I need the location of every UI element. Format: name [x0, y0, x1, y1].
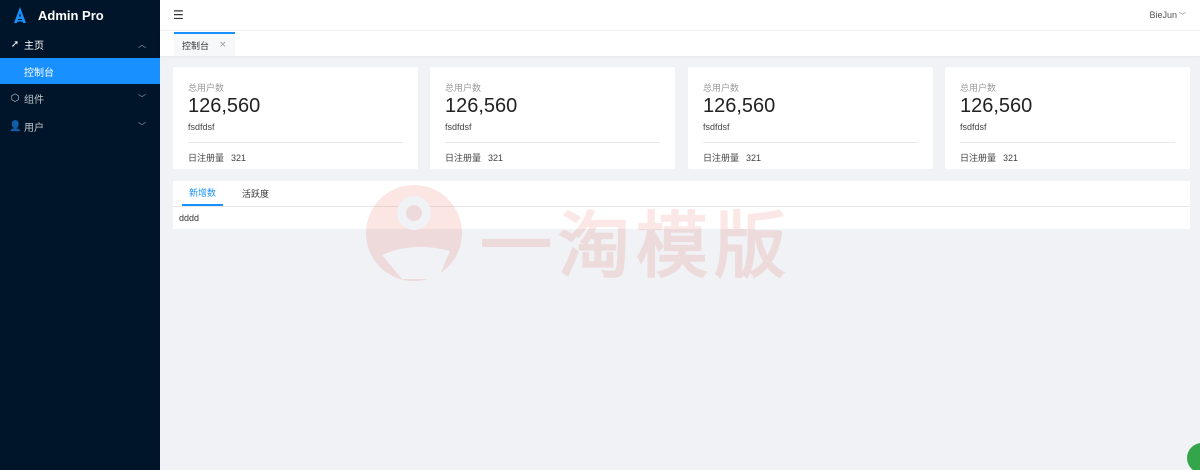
close-icon[interactable]: × — [219, 40, 227, 50]
footer-label: 日注册量 — [960, 154, 997, 164]
menu-fold-icon[interactable]: ☰ — [173, 8, 184, 22]
tab-new-count[interactable]: 新增数 — [182, 180, 224, 206]
chevron-up-icon: ︿ — [138, 39, 146, 49]
sidebar-item-home[interactable]: ➚ 主页 ︿ — [0, 30, 160, 58]
floating-action-icon[interactable] — [1187, 443, 1200, 470]
logo[interactable]: Admin Pro — [0, 0, 160, 30]
card-footer: 日注册量 321 — [703, 151, 761, 164]
user-menu[interactable]: BieJun ﹀ — [1149, 10, 1186, 21]
footer-value: 321 — [1003, 153, 1019, 163]
card-label: 总用户数 — [445, 84, 482, 94]
tab-dashboard[interactable]: 控制台 × — [174, 32, 235, 56]
footer-value: 321 — [231, 153, 247, 163]
tab-activity[interactable]: 活跃度 — [235, 180, 276, 206]
user-name: BieJun — [1149, 9, 1177, 20]
stat-card: 总用户数 126,560 fsdfdsf 日注册量 321 — [430, 67, 675, 169]
card-label: 总用户数 — [960, 84, 997, 94]
card-value: 126,560 — [188, 95, 261, 117]
card-label: 总用户数 — [703, 84, 740, 94]
card-label: 总用户数 — [188, 84, 225, 94]
card-footer: 日注册量 321 — [188, 151, 246, 164]
sidebar-item-label: 组件 — [24, 94, 44, 106]
chart-panel: 新增数 活跃度 dddd — [173, 181, 1190, 229]
card-value: 126,560 — [445, 95, 518, 117]
card-footer: 日注册量 321 — [445, 151, 503, 164]
divider — [960, 142, 1175, 143]
sidebar-item-users[interactable]: 👤 用户 ﹀ — [0, 112, 160, 140]
footer-value: 321 — [746, 153, 762, 163]
card-value: 126,560 — [703, 95, 776, 117]
sidebar-item-dashboard[interactable]: 控制台 — [0, 58, 160, 84]
card-subtext: fsdfdsf — [188, 122, 215, 132]
panel-tabs: 新增数 活跃度 — [173, 181, 1190, 207]
submenu-home: 控制台 — [0, 58, 160, 84]
footer-label: 日注册量 — [188, 154, 225, 164]
chevron-down-icon: ﹀ — [138, 121, 146, 131]
card-subtext: fsdfdsf — [445, 122, 472, 132]
footer-label: 日注册量 — [445, 154, 482, 164]
side-menu: ➚ 主页 ︿ 控制台 ⬡ 组件 ﹀ 👤 用户 ﹀ — [0, 30, 160, 140]
footer-value: 321 — [488, 153, 504, 163]
chevron-down-icon: ﹀ — [138, 93, 146, 103]
panel-content: dddd — [179, 213, 200, 223]
top-header: ☰ BieJun ﹀ — [160, 0, 1200, 30]
user-icon: 👤 — [9, 120, 22, 132]
stat-card: 总用户数 126,560 fsdfdsf 日注册量 321 — [945, 67, 1190, 169]
sidebar-item-label: 主页 — [24, 40, 44, 52]
sidebar: Admin Pro ➚ 主页 ︿ 控制台 ⬡ 组件 ﹀ 👤 用户 ﹀ — [0, 0, 160, 470]
card-subtext: fsdfdsf — [703, 122, 730, 132]
divider — [703, 142, 918, 143]
divider — [445, 142, 660, 143]
footer-label: 日注册量 — [703, 154, 740, 164]
logo-icon — [14, 7, 26, 23]
divider — [188, 142, 403, 143]
sidebar-item-components[interactable]: ⬡ 组件 ﹀ — [0, 84, 160, 112]
tabs-bar: 控制台 × — [160, 30, 1200, 56]
sidebar-item-label: 用户 — [24, 122, 44, 134]
card-value: 126,560 — [960, 95, 1033, 117]
tab-label: 控制台 — [182, 41, 210, 52]
card-footer: 日注册量 321 — [960, 151, 1018, 164]
stat-card: 总用户数 126,560 fsdfdsf 日注册量 321 — [688, 67, 933, 169]
send-icon: ➚ — [10, 38, 20, 50]
app-title: Admin Pro — [38, 7, 104, 23]
card-subtext: fsdfdsf — [960, 122, 987, 132]
chevron-down-icon: ﹀ — [1179, 12, 1186, 20]
stat-card: 总用户数 126,560 fsdfdsf 日注册量 321 — [173, 67, 418, 169]
cube-icon: ⬡ — [10, 92, 20, 104]
